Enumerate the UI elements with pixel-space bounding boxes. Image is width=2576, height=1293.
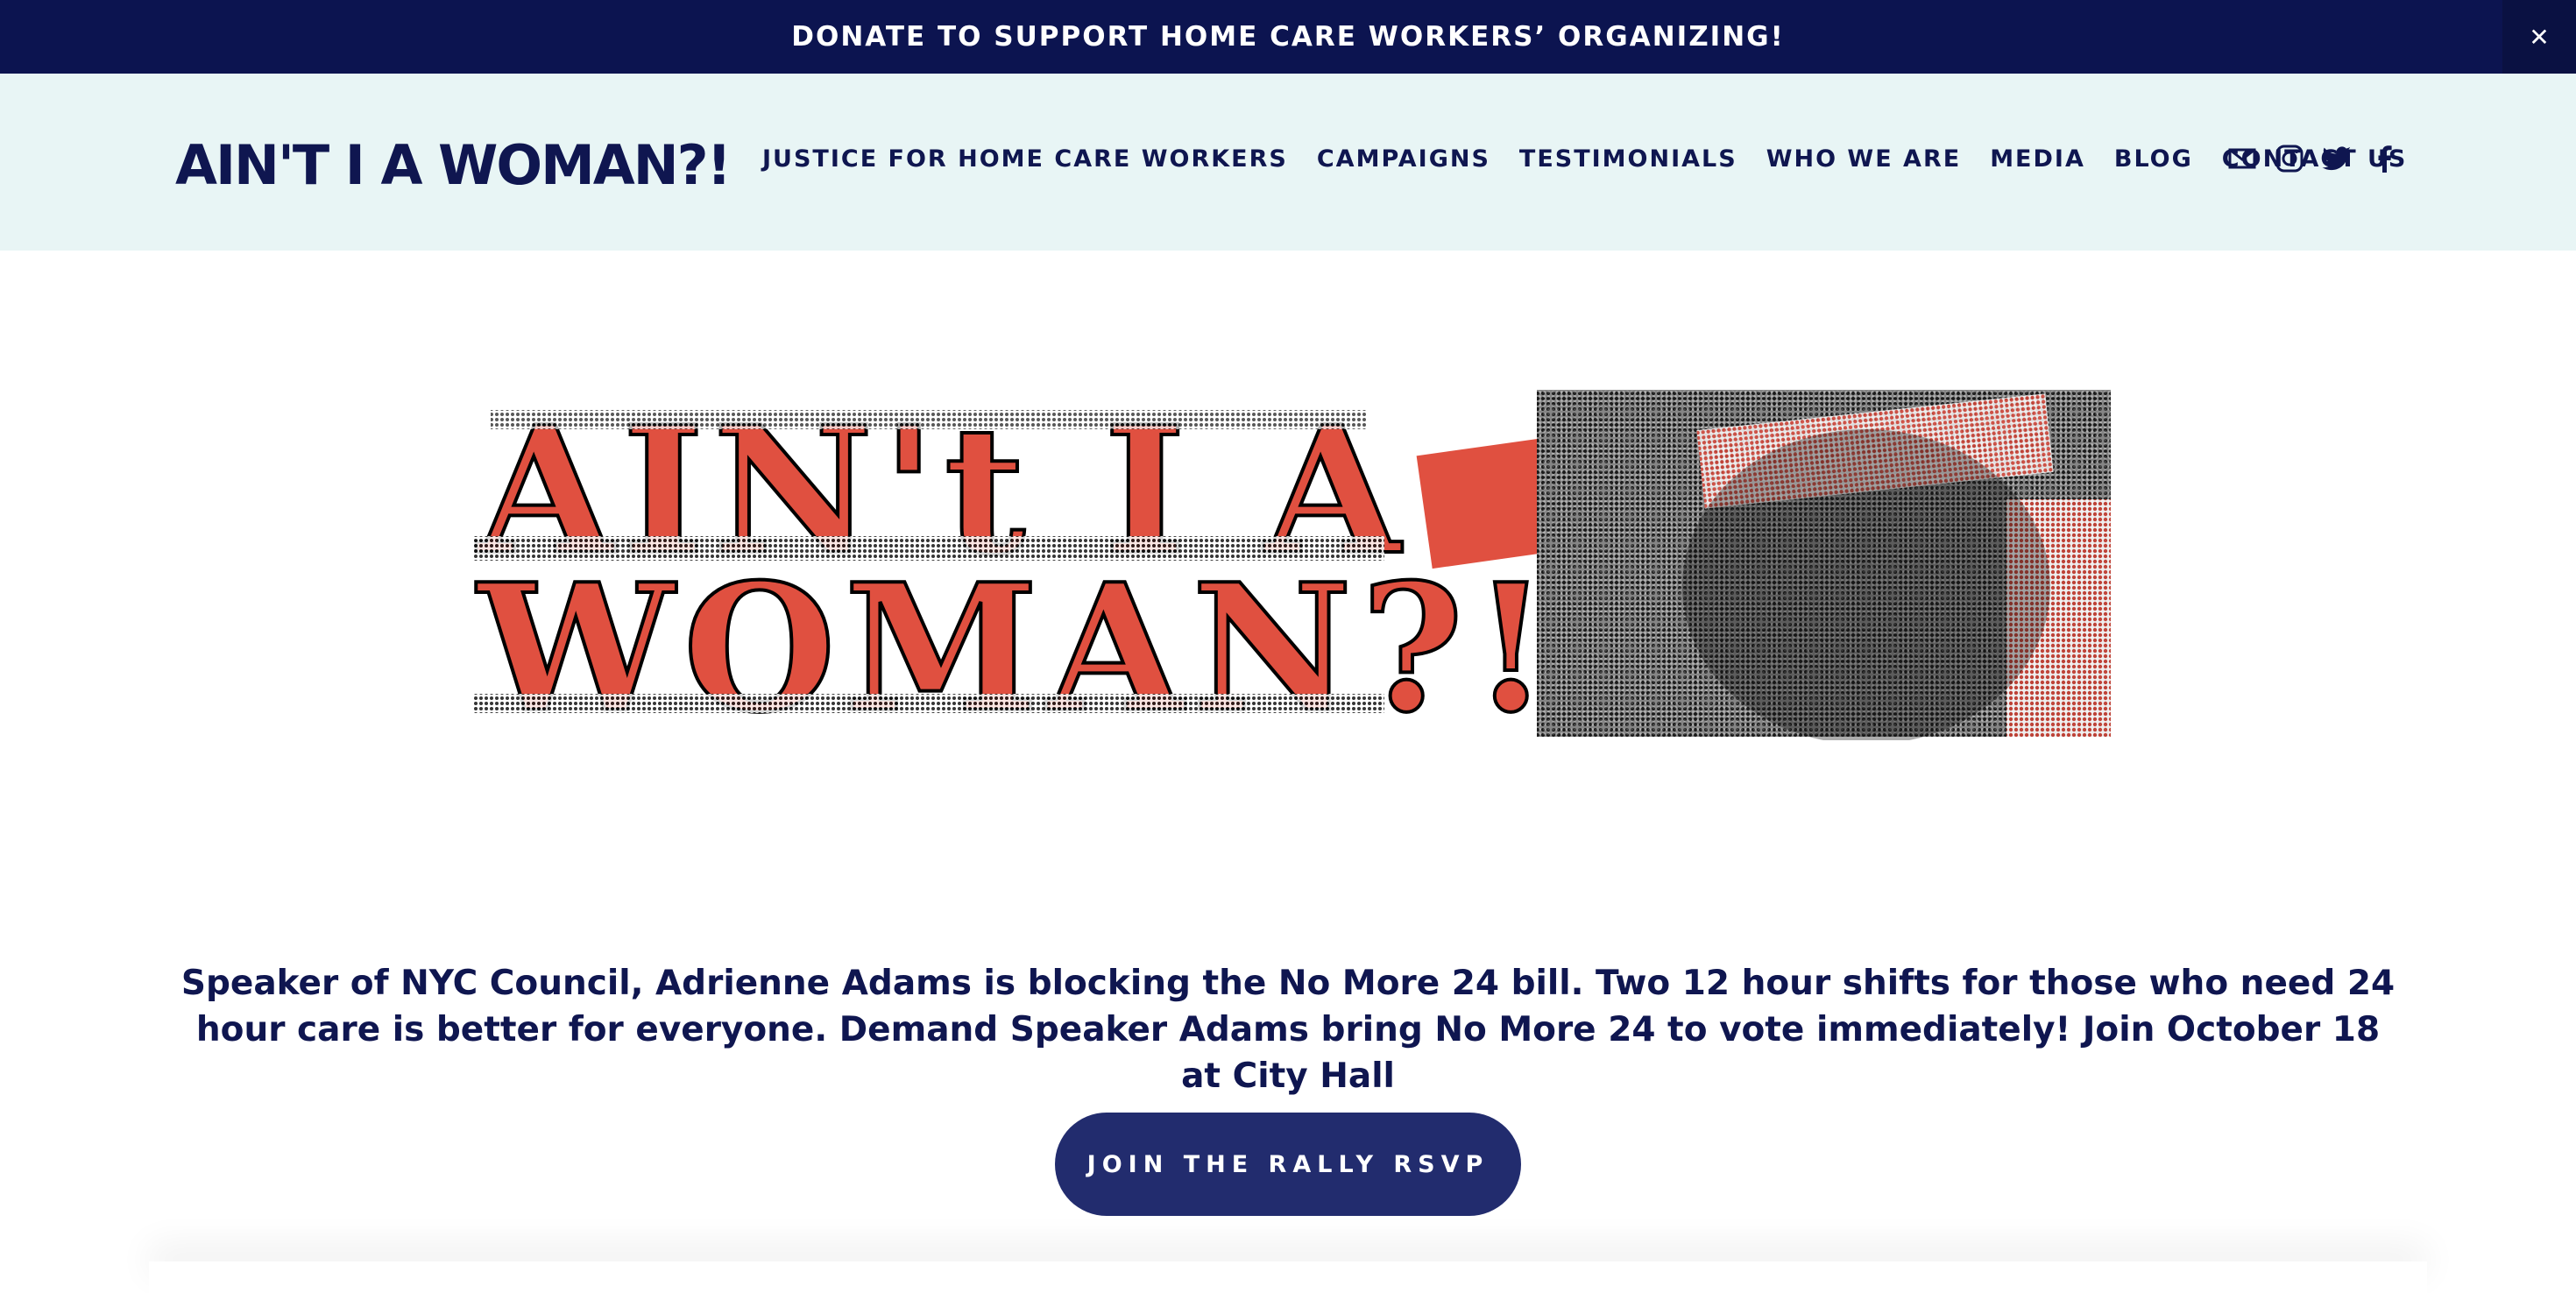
twitter-icon[interactable] [2322,144,2352,173]
facebook-icon[interactable] [2369,144,2399,173]
main-nav: JUSTICE FOR HOME CARE WORKERS CAMPAIGNS … [762,145,2436,173]
announcement-text[interactable]: DONATE TO SUPPORT HOME CARE WORKERS’ ORG… [791,21,1785,53]
hero-banner-graphic: AIN't I A WOMAN?! [473,386,2111,740]
campaign-message: Speaker of NYC Council, Adrienne Adams i… [180,964,2396,1096]
announcement-bar[interactable]: DONATE TO SUPPORT HOME CARE WORKERS’ ORG… [0,0,2576,74]
instagram-icon[interactable] [2275,144,2304,173]
nav-item-who-we-are[interactable]: WHO WE ARE [1766,145,1962,173]
hero-banner: AIN't I A WOMAN?! [473,385,2112,740]
join-rally-button[interactable]: JOIN THE RALLY RSVP [1055,1113,1521,1216]
nav-item-justice[interactable]: JUSTICE FOR HOME CARE WORKERS [762,145,1288,173]
banner-title: AIN't I A WOMAN?! [473,386,1554,740]
close-icon[interactable]: ✕ [2502,0,2576,74]
nav-item-testimonials[interactable]: TESTIMONIALS [1519,145,1737,173]
site-logo[interactable]: AIN'T I A WOMAN?! [175,133,732,197]
nav-item-campaigns[interactable]: CAMPAIGNS [1317,145,1490,173]
nav-item-media[interactable]: MEDIA [1990,145,2085,173]
portrait-image [1537,390,2111,740]
email-icon[interactable] [2227,144,2257,173]
nav-item-blog[interactable]: BLOG [2114,145,2193,173]
social-links [2227,144,2399,173]
content-section-edge [149,1261,2427,1293]
site-header: AIN'T I A WOMAN?! JUSTICE FOR HOME CARE … [0,74,2576,251]
